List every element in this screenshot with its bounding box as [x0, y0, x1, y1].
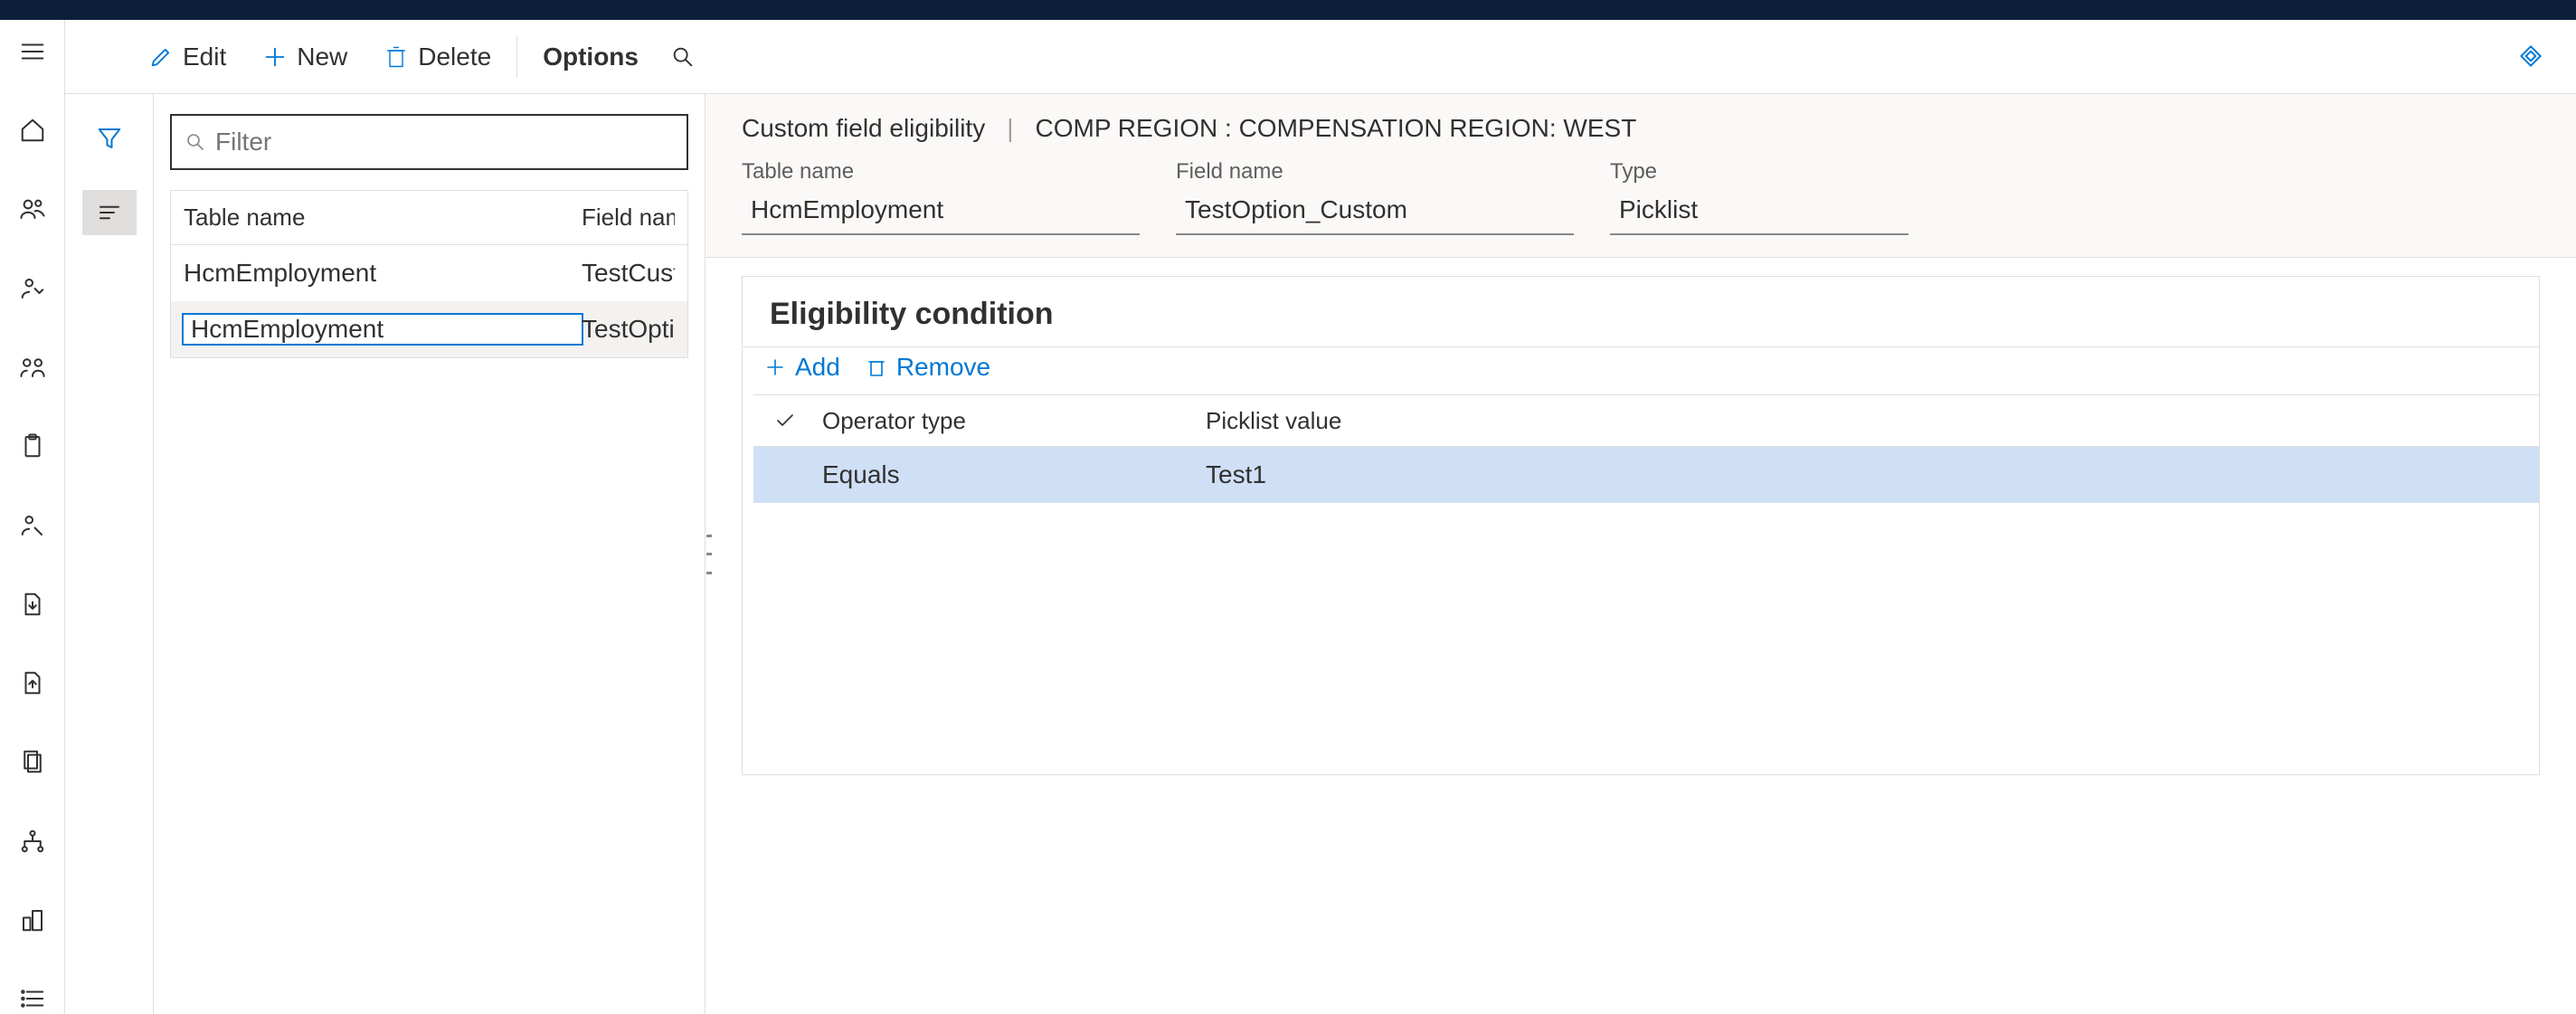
people-team-icon[interactable] [14, 352, 51, 382]
list-filter-box[interactable] [170, 114, 688, 170]
options-button[interactable]: Options [525, 31, 657, 83]
col-picklist-value[interactable]: Picklist value [1206, 407, 1595, 435]
breadcrumb-sep: | [1007, 114, 1013, 143]
col-field-name[interactable]: Field name [582, 204, 675, 232]
table-row[interactable]: HcmEmployment TestOpti [171, 301, 687, 357]
related-info-icon[interactable] [82, 190, 137, 235]
document-arrow2-icon[interactable] [14, 668, 51, 698]
person-tag-icon[interactable] [14, 510, 51, 540]
hdr-field-table-name: Table name HcmEmployment [742, 159, 1140, 235]
filter-strip [65, 94, 154, 1014]
options-label: Options [543, 43, 639, 71]
action-toolbar: Edit New Delete Options [65, 20, 2576, 94]
hdr-field-type: Type Picklist [1610, 159, 1908, 235]
building-icon[interactable] [14, 905, 51, 934]
app-titlebar [0, 0, 2576, 20]
condition-grid: Operator type Picklist value Equals Test… [743, 394, 2539, 774]
section-title: Eligibility condition [743, 277, 2539, 346]
list-filter-input[interactable] [215, 128, 674, 156]
record-list-header: Table name Field name [171, 191, 687, 245]
hdr-label: Type [1610, 159, 1908, 185]
hdr-label: Table name [742, 159, 1140, 185]
record-list-panel: Table name Field name HcmEmployment Test… [154, 94, 706, 1014]
breadcrumb-context: COMP REGION : COMPENSATION REGION: WEST [1036, 114, 1637, 143]
new-button[interactable]: New [244, 31, 365, 83]
search-icon[interactable] [657, 31, 709, 83]
condition-grid-header: Operator type Picklist value [753, 394, 2539, 447]
edit-label: Edit [183, 43, 226, 71]
detail-pane: Custom field eligibility | COMP REGION :… [706, 94, 2576, 1014]
splitter-handle[interactable] [706, 535, 712, 574]
col-operator-type[interactable]: Operator type [817, 407, 1206, 435]
documents-icon[interactable] [14, 747, 51, 777]
edit-button[interactable]: Edit [130, 31, 244, 83]
row-table-cell: HcmEmployment [184, 259, 582, 288]
eligibility-condition-section: Eligibility condition Add Remove [742, 276, 2540, 775]
nav-rail [0, 20, 65, 1014]
col-table-name[interactable]: Table name [184, 204, 582, 232]
cell-operator: Equals [817, 460, 1206, 489]
section-toolbar: Add Remove [743, 346, 2539, 394]
person-hand-icon[interactable] [14, 273, 51, 303]
hdr-value[interactable]: Picklist [1610, 190, 1908, 235]
record-list-table: Table name Field name HcmEmployment Test… [170, 190, 688, 358]
select-all-check-icon[interactable] [753, 410, 817, 431]
hdr-value[interactable]: TestOption_Custom [1176, 190, 1574, 235]
detail-header: Custom field eligibility | COMP REGION :… [706, 94, 2576, 258]
remove-button[interactable]: Remove [866, 353, 990, 382]
toolbar-divider [516, 36, 517, 78]
row-table-cell: HcmEmployment [184, 315, 582, 344]
document-arrow-icon[interactable] [14, 589, 51, 619]
clipboard-icon[interactable] [14, 431, 51, 461]
breadcrumb-page: Custom field eligibility [742, 114, 985, 143]
add-button[interactable]: Add [764, 353, 840, 382]
new-label: New [297, 43, 347, 71]
row-field-cell: TestOpti [582, 315, 675, 344]
people-icon[interactable] [14, 194, 51, 224]
cell-picklist: Test1 [1206, 460, 1595, 489]
home-icon[interactable] [14, 115, 51, 145]
add-label: Add [795, 353, 840, 382]
org-chart-icon[interactable] [14, 826, 51, 856]
delete-label: Delete [418, 43, 491, 71]
row-field-cell: TestCust [582, 259, 675, 288]
remove-label: Remove [896, 353, 990, 382]
condition-row[interactable]: Equals Test1 [753, 447, 2539, 503]
hdr-field-field-name: Field name TestOption_Custom [1176, 159, 1574, 235]
funnel-icon[interactable] [82, 116, 137, 161]
list-icon[interactable] [14, 984, 51, 1014]
hamburger-icon[interactable] [14, 36, 51, 66]
diamond-icon[interactable] [2513, 38, 2549, 74]
delete-button[interactable]: Delete [365, 31, 509, 83]
table-row[interactable]: HcmEmployment TestCust [171, 245, 687, 301]
breadcrumb: Custom field eligibility | COMP REGION :… [742, 114, 2540, 143]
hdr-label: Field name [1176, 159, 1574, 185]
hdr-value[interactable]: HcmEmployment [742, 190, 1140, 235]
